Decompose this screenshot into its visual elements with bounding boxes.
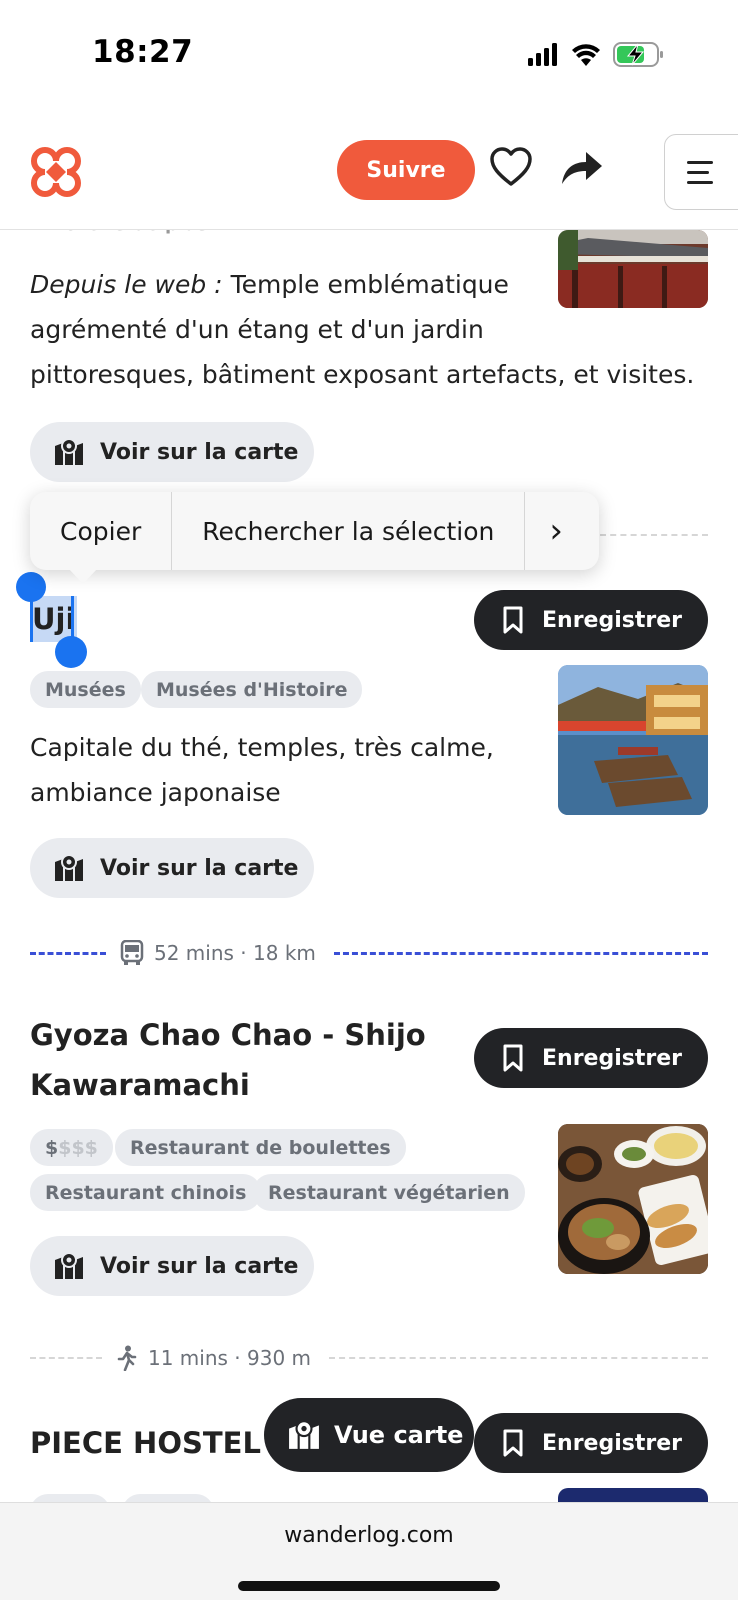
home-indicator[interactable] bbox=[238, 1581, 500, 1591]
gyoza-thumbnail[interactable] bbox=[558, 1124, 708, 1274]
map-pin-icon bbox=[289, 1420, 319, 1449]
bookmark-icon bbox=[503, 1044, 523, 1072]
category-tag: Restaurant végétarien bbox=[253, 1174, 525, 1211]
heart-icon[interactable] bbox=[488, 144, 534, 190]
status-icons bbox=[528, 42, 663, 67]
route-dashes bbox=[30, 1357, 102, 1359]
temple-thumbnail[interactable] bbox=[558, 230, 708, 308]
route-dashes bbox=[329, 1357, 708, 1359]
status-bar: 18:27 bbox=[0, 0, 738, 110]
app-header: Suivre bbox=[0, 120, 738, 230]
save-label: Enregistrer bbox=[542, 1430, 682, 1456]
price-level-inactive: $$$ bbox=[58, 1136, 98, 1159]
selection-handle-start[interactable] bbox=[16, 572, 46, 602]
menu-pointer bbox=[68, 568, 98, 584]
share-arrow-icon[interactable] bbox=[558, 146, 604, 188]
view-on-map-button[interactable]: Voir sur la carte bbox=[30, 422, 314, 482]
view-on-map-label: Voir sur la carte bbox=[100, 1253, 299, 1279]
map-view-button[interactable]: Vue carte bbox=[264, 1398, 474, 1472]
uji-thumbnail[interactable] bbox=[558, 665, 708, 815]
price-level-active: $ bbox=[45, 1136, 59, 1159]
transit-duration: 11 mins · 930 m bbox=[148, 1346, 312, 1370]
map-pin-icon bbox=[55, 854, 83, 881]
url-text[interactable]: wanderlog.com bbox=[0, 1523, 738, 1548]
save-button[interactable]: Enregistrer bbox=[474, 1413, 708, 1473]
description-line: pittoresques, bâtiment exposant artefact… bbox=[30, 360, 695, 389]
menu-line-icon bbox=[687, 181, 713, 184]
menu-line-icon bbox=[687, 171, 709, 174]
map-view-label: Vue carte bbox=[334, 1421, 464, 1449]
view-on-map-button[interactable]: Voir sur la carte bbox=[30, 838, 314, 898]
save-button[interactable]: Enregistrer bbox=[474, 590, 708, 650]
follow-button[interactable]: Suivre bbox=[337, 140, 475, 200]
selection-caret-start bbox=[30, 598, 33, 642]
view-on-map-button[interactable]: Voir sur la carte bbox=[30, 1236, 314, 1296]
route-divider bbox=[600, 534, 708, 536]
category-tag: Restaurant chinois bbox=[30, 1174, 262, 1211]
status-time: 18:27 bbox=[92, 34, 194, 70]
lookup-menu-item[interactable]: Rechercher la sélection bbox=[172, 492, 524, 570]
signal-icon bbox=[528, 43, 557, 66]
more-options-chevron-icon[interactable]: › bbox=[525, 492, 563, 570]
wanderlog-logo-icon[interactable] bbox=[28, 144, 84, 200]
save-label: Enregistrer bbox=[542, 607, 682, 633]
bookmark-icon bbox=[503, 1429, 523, 1457]
view-on-map-label: Voir sur la carte bbox=[100, 855, 299, 881]
place-description: Capitale du thé, temples, très calme, bbox=[30, 733, 494, 762]
save-label: Enregistrer bbox=[542, 1045, 682, 1071]
battery-charging-icon bbox=[613, 42, 663, 67]
bus-icon bbox=[120, 940, 144, 965]
save-button[interactable]: Enregistrer bbox=[474, 1028, 708, 1088]
transit-segment[interactable]: 11 mins · 930 m bbox=[30, 1343, 708, 1373]
place-description: ambiance japonaise bbox=[30, 778, 281, 807]
transit-duration: 52 mins · 18 km bbox=[154, 941, 316, 965]
text-selection-menu: Copier Rechercher la sélection › bbox=[30, 492, 599, 570]
hamburger-menu-button[interactable] bbox=[664, 134, 738, 210]
selection-handle-end[interactable] bbox=[55, 636, 87, 668]
menu-line-icon bbox=[687, 161, 713, 164]
category-tag: Musées d'Histoire bbox=[141, 671, 363, 708]
place-title[interactable]: PIECE HOSTEL S bbox=[30, 1418, 292, 1468]
wifi-icon bbox=[572, 44, 600, 66]
price-tag: $ $$$ bbox=[30, 1129, 113, 1166]
web-source-label: Depuis le web : bbox=[30, 270, 223, 299]
bookmark-icon bbox=[503, 606, 523, 634]
map-pin-icon bbox=[55, 1252, 83, 1279]
place-title[interactable]: Kawaramachi bbox=[30, 1060, 250, 1110]
transit-segment[interactable]: 52 mins · 18 km bbox=[30, 938, 708, 968]
route-dashes bbox=[30, 951, 106, 955]
place-description: Depuis le web : Temple emblématique bbox=[30, 262, 550, 307]
description-line: agrémenté d'un étang et d'un jardin bbox=[30, 315, 484, 344]
map-pin-icon bbox=[55, 438, 83, 465]
walking-icon bbox=[117, 1345, 137, 1371]
copy-menu-item[interactable]: Copier bbox=[30, 492, 171, 570]
view-on-map-label: Voir sur la carte bbox=[100, 439, 299, 465]
place-title[interactable]: Gyoza Chao Chao - Shijo bbox=[30, 1010, 426, 1060]
route-dashes bbox=[333, 951, 708, 955]
description-line: Temple emblématique bbox=[230, 270, 509, 299]
category-tag: Restaurant de boulettes bbox=[115, 1129, 406, 1166]
browser-address-bar[interactable]: wanderlog.com bbox=[0, 1502, 738, 1600]
category-tag: Musées bbox=[30, 671, 141, 708]
